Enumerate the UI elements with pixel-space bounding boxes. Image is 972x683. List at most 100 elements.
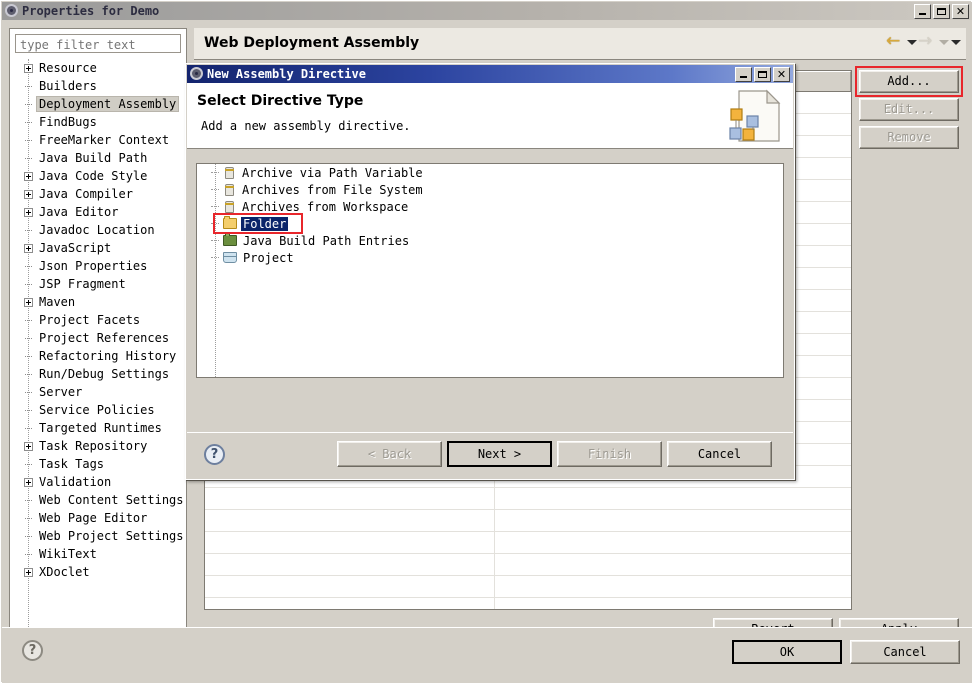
expand-icon[interactable] (24, 567, 33, 577)
sidebar-item-web-page-editor[interactable]: Web Page Editor (11, 509, 186, 527)
directive-item-archive-via-path-variable[interactable]: Archive via Path Variable (197, 164, 783, 181)
tree-branch-icon (24, 154, 33, 163)
wizard-header: Select Directive Type Add a new assembly… (187, 83, 793, 149)
add-button[interactable]: Add... (859, 70, 959, 93)
sidebar-item-validation[interactable]: Validation (11, 473, 186, 491)
filter-input[interactable] (15, 34, 181, 53)
directive-type-list[interactable]: Archive via Path Variable Archives from F… (196, 163, 784, 378)
directive-item-archives-from-workspace[interactable]: Archives from Workspace (197, 198, 783, 215)
close-icon[interactable]: ✕ (952, 4, 969, 19)
help-icon[interactable]: ? (22, 640, 43, 661)
sidebar-item-web-content-settings[interactable]: Web Content Settings (11, 491, 186, 509)
sidebar-item-run-debug-settings[interactable]: Run/Debug Settings (11, 365, 186, 383)
wizard-window-controls: ✕ (735, 67, 790, 82)
directive-item-java-build-path-entries[interactable]: Java Build Path Entries (197, 232, 783, 249)
wizard-page-title: Select Directive Type (197, 93, 364, 109)
expand-icon[interactable] (24, 297, 33, 307)
directive-item-label: Project (243, 250, 294, 265)
expand-icon[interactable] (24, 63, 33, 73)
sidebar-item-label: Java Compiler (39, 187, 133, 201)
sidebar-item-json-properties[interactable]: Json Properties (11, 257, 186, 275)
sidebar-item-jsp-fragment[interactable]: JSP Fragment (11, 275, 186, 293)
expand-icon[interactable] (24, 441, 33, 451)
tree-branch-icon (24, 514, 33, 523)
tree-branch-icon (24, 406, 33, 415)
expand-icon[interactable] (24, 207, 33, 217)
wizard-buttons: < Back Next > Finish Cancel (337, 441, 772, 467)
sidebar-item-label: FindBugs (39, 115, 97, 129)
page-nav-icons (886, 31, 961, 51)
sidebar-item-task-repository[interactable]: Task Repository (11, 437, 186, 455)
sidebar-item-web-project-settings[interactable]: Web Project Settings (11, 527, 186, 545)
sidebar-item-label: Task Repository (39, 439, 148, 453)
directive-item-project[interactable]: Project (197, 249, 783, 266)
sidebar-item-javascript[interactable]: JavaScript (11, 239, 186, 257)
maximize-icon[interactable] (754, 67, 771, 82)
jar-icon (225, 183, 234, 196)
minimize-icon[interactable] (914, 4, 931, 19)
table-row[interactable] (205, 554, 851, 576)
dialog-footer: ? OK Cancel (2, 627, 972, 683)
sidebar-item-findbugs[interactable]: FindBugs (11, 113, 186, 131)
tree-branch-icon (211, 236, 221, 245)
next-button[interactable]: Next > (447, 441, 552, 467)
sidebar-item-resource[interactable]: Resource (11, 59, 186, 77)
table-row[interactable] (205, 576, 851, 598)
sidebar-item-label: Task Tags (39, 457, 105, 471)
expand-icon[interactable] (24, 171, 33, 181)
sidebar-item-javadoc-location[interactable]: Javadoc Location (11, 221, 186, 239)
maximize-icon[interactable] (933, 4, 950, 19)
sidebar-item-java-compiler[interactable]: Java Compiler (11, 185, 186, 203)
sidebar-item-label: Javadoc Location (39, 223, 155, 237)
sidebar-item-task-tags[interactable]: Task Tags (11, 455, 186, 473)
sidebar-item-project-facets[interactable]: Project Facets (11, 311, 186, 329)
cancel-button[interactable]: Cancel (850, 640, 960, 664)
sidebar-item-label: Builders (39, 79, 97, 93)
menu-chevron-down-icon[interactable] (950, 35, 961, 49)
table-cell (205, 554, 495, 575)
sidebar-item-java-code-style[interactable]: Java Code Style (11, 167, 186, 185)
minimize-icon[interactable] (735, 67, 752, 82)
table-row[interactable] (205, 598, 851, 609)
sidebar-item-label: WikiText (39, 547, 97, 561)
back-button: < Back (337, 441, 442, 467)
sidebar-item-server[interactable]: Server (11, 383, 186, 401)
directive-item-archives-from-file-system[interactable]: Archives from File System (197, 181, 783, 198)
back-arrow-icon[interactable] (886, 31, 904, 51)
window-controls: ✕ (914, 4, 969, 19)
sidebar-item-freemarker-context[interactable]: FreeMarker Context (11, 131, 186, 149)
folder-icon (223, 216, 237, 229)
table-row[interactable] (205, 510, 851, 532)
help-icon[interactable]: ? (204, 444, 225, 465)
tree-branch-icon (211, 202, 221, 211)
table-row[interactable] (205, 488, 851, 510)
close-icon[interactable]: ✕ (773, 67, 790, 82)
sidebar-item-targeted-runtimes[interactable]: Targeted Runtimes (11, 419, 186, 437)
tree-branch-icon (211, 185, 221, 194)
expand-icon[interactable] (24, 189, 33, 199)
table-row[interactable] (205, 532, 851, 554)
sidebar-item-builders[interactable]: Builders (11, 77, 186, 95)
expand-icon[interactable] (24, 477, 33, 487)
directive-item-label: Folder (241, 216, 289, 231)
back-chevron-down-icon[interactable] (906, 35, 917, 49)
table-cell (205, 598, 495, 609)
new-assembly-directive-dialog: New Assembly Directive ✕ Select Directiv… (185, 63, 795, 480)
sidebar-item-maven[interactable]: Maven (11, 293, 186, 311)
expand-icon[interactable] (24, 243, 33, 253)
sidebar-item-xdoclet[interactable]: XDoclet (11, 563, 186, 581)
sidebar-item-deployment-assembly[interactable]: Deployment Assembly (11, 95, 186, 113)
directive-item-folder[interactable]: Folder (197, 215, 783, 232)
settings-tree[interactable]: Resource Builders Deployment Assembly FindB… (11, 59, 186, 645)
cancel-button[interactable]: Cancel (667, 441, 772, 467)
sidebar-item-project-references[interactable]: Project References (11, 329, 186, 347)
tree-branch-icon (24, 100, 33, 109)
sidebar-item-service-policies[interactable]: Service Policies (11, 401, 186, 419)
sidebar-item-refactoring-history[interactable]: Refactoring History (11, 347, 186, 365)
sidebar-item-label: Project References (39, 331, 170, 345)
sidebar-item-java-build-path[interactable]: Java Build Path (11, 149, 186, 167)
sidebar-item-wikitext[interactable]: WikiText (11, 545, 186, 563)
table-cell (495, 532, 851, 553)
ok-button[interactable]: OK (732, 640, 842, 664)
sidebar-item-java-editor[interactable]: Java Editor (11, 203, 186, 221)
